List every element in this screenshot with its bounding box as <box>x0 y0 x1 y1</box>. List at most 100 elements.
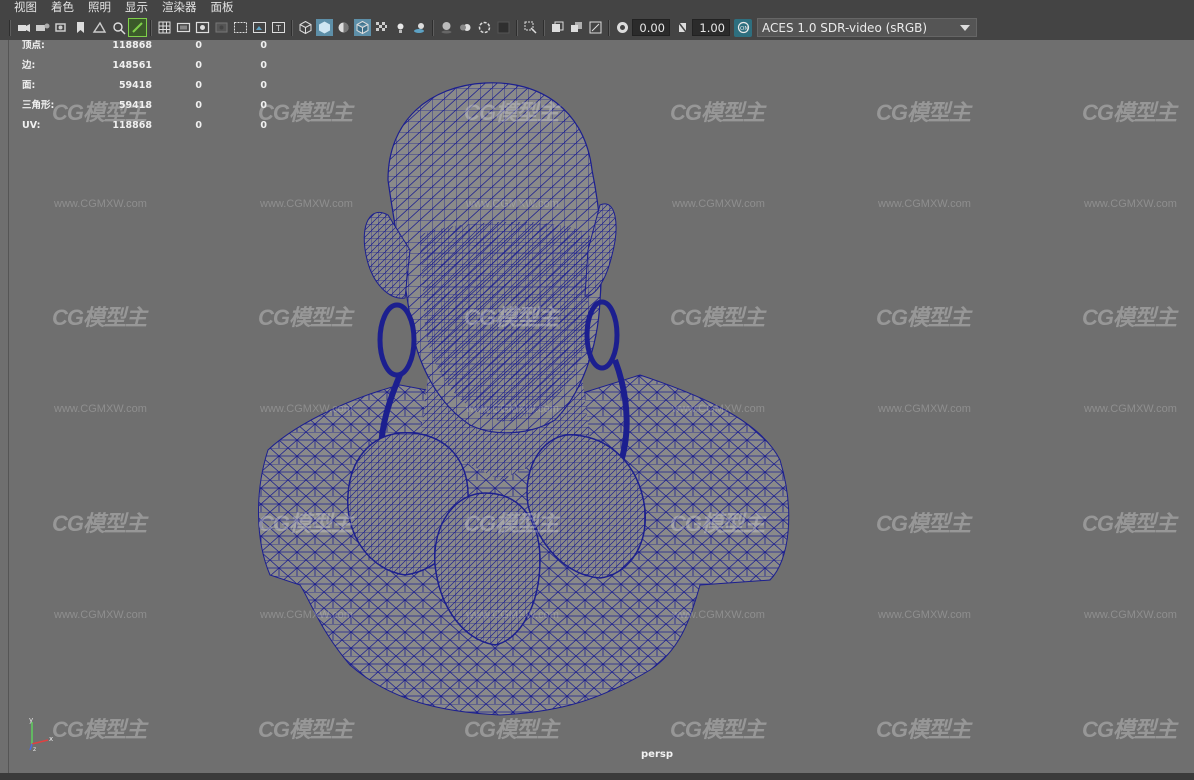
watermark-url: www.CGMXW.com <box>54 198 147 210</box>
watermark-logo: CG模型主 <box>670 100 765 125</box>
bottom-edge <box>0 773 1194 780</box>
axis-y-label: y <box>29 716 33 724</box>
watermark-logo: CG模型主 <box>464 717 559 742</box>
watermark-logo: CG模型主 <box>1082 305 1177 330</box>
panel-toolbar: T 0.00 1.00 ON ACES 1.0 SDR-video (sRGB) <box>0 15 1194 40</box>
watermark-logo: CG模型主 <box>876 305 971 330</box>
2d-pan-zoom-icon[interactable] <box>110 19 127 36</box>
left-earring <box>377 302 417 378</box>
watermark-logo: CG模型主 <box>1082 100 1177 125</box>
depth-of-field-icon[interactable] <box>495 19 512 36</box>
camera-attributes-icon[interactable] <box>34 19 51 36</box>
watermark-url: www.CGMXW.com <box>54 403 147 415</box>
grid-icon[interactable] <box>156 19 173 36</box>
menu-view[interactable]: 视图 <box>14 0 37 15</box>
watermark-url: www.CGMXW.com <box>466 403 559 415</box>
watermark-logo: CG模型主 <box>464 511 559 536</box>
watermark-logo: CG模型主 <box>464 305 559 330</box>
default-material-icon[interactable] <box>335 19 352 36</box>
watermark-logo: CG模型主 <box>52 305 147 330</box>
xray-icon[interactable] <box>549 19 566 36</box>
axis-z-label: z <box>33 746 36 752</box>
motion-blur-icon[interactable] <box>457 19 474 36</box>
watermark-url: www.CGMXW.com <box>878 609 971 621</box>
multisample-aa-icon[interactable] <box>476 19 493 36</box>
safe-action-icon[interactable] <box>251 19 268 36</box>
watermark-url: www.CGMXW.com <box>672 609 765 621</box>
menu-panels[interactable]: 面板 <box>211 0 234 15</box>
exposure-field[interactable]: 0.00 <box>632 19 670 36</box>
image-plane-icon[interactable] <box>91 19 108 36</box>
watermark-logo: CG模型主 <box>258 305 353 330</box>
watermark-url: www.CGMXW.com <box>466 198 559 210</box>
view-axis-gizmo: y x z <box>29 716 53 752</box>
viewport-persp[interactable]: CG模型主 www.CGMXW.com CG模型主 www.CGMXW.com CG模型… <box>0 40 1194 773</box>
gate-mask-icon[interactable] <box>213 19 230 36</box>
bookmark-camera-icon[interactable] <box>53 19 70 36</box>
watermark-logo: CG模型主 <box>670 305 765 330</box>
watermark-logo: CG模型主 <box>52 511 147 536</box>
smooth-shade-icon[interactable] <box>316 19 333 36</box>
watermark-url: www.CGMXW.com <box>1084 198 1177 210</box>
watermark-logo: CG模型主 <box>258 511 353 536</box>
watermark-logo: CG模型主 <box>670 511 765 536</box>
watermark-url: www.CGMXW.com <box>1084 609 1177 621</box>
color-management-toggle-icon[interactable]: ON <box>734 18 752 37</box>
use-all-lights-icon[interactable] <box>392 19 409 36</box>
grease-pencil-icon[interactable] <box>128 18 147 37</box>
watermark-logo: CG模型主 <box>258 717 353 742</box>
poly-count-hud: 顶点: 118868 0 0 边: 148561 0 0 面: 59418 0 … <box>20 40 290 140</box>
watermark-url: www.CGMXW.com <box>1084 403 1177 415</box>
watermark-logo: CG模型主 <box>876 717 971 742</box>
color-space-value: ACES 1.0 SDR-video (sRGB) <box>762 20 928 35</box>
field-chart-icon[interactable] <box>232 19 249 36</box>
exposure-icon[interactable] <box>614 19 631 36</box>
wireframe-on-shaded-icon[interactable] <box>354 19 371 36</box>
xray-joints-icon[interactable] <box>568 19 585 36</box>
toolbar-separator <box>432 19 434 36</box>
watermark-logo: CG模型主 <box>1082 717 1177 742</box>
hud-row-faces: 面: 59418 0 0 <box>22 80 267 91</box>
svg-text:T: T <box>275 24 281 33</box>
chevron-down-icon <box>960 24 970 31</box>
watermark-logo: CG模型主 <box>670 717 765 742</box>
toolbar-separator <box>150 19 152 36</box>
select-camera-icon[interactable] <box>15 19 32 36</box>
camera-name-label: persp <box>641 749 673 760</box>
menu-shading[interactable]: 着色 <box>51 0 74 15</box>
safe-title-icon[interactable]: T <box>270 19 287 36</box>
viewport-border <box>8 40 9 773</box>
bookmark-icon[interactable] <box>72 19 89 36</box>
menu-renderer[interactable]: 渲染器 <box>162 0 197 15</box>
xray-components-icon[interactable] <box>587 19 604 36</box>
wireframe-model[interactable] <box>0 40 1194 773</box>
toolbar-separator <box>9 19 11 36</box>
isolate-select-icon[interactable] <box>522 19 539 36</box>
menu-lighting[interactable]: 照明 <box>88 0 111 15</box>
resolution-gate-icon[interactable] <box>194 19 211 36</box>
watermark-url: www.CGMXW.com <box>466 609 559 621</box>
toolbar-separator <box>291 19 293 36</box>
watermark-logo: CG模型主 <box>52 717 147 742</box>
watermark-url: www.CGMXW.com <box>672 198 765 210</box>
watermark-url: www.CGMXW.com <box>878 403 971 415</box>
shadows-icon[interactable] <box>411 19 428 36</box>
textured-icon[interactable] <box>373 19 390 36</box>
toolbar-separator <box>543 19 545 36</box>
gamma-icon[interactable] <box>674 19 691 36</box>
gamma-field[interactable]: 1.00 <box>692 19 730 36</box>
watermark-url: www.CGMXW.com <box>260 403 353 415</box>
toolbar-separator <box>516 19 518 36</box>
hud-row-vertices: 顶点: 118868 0 0 <box>22 40 267 51</box>
menu-show[interactable]: 显示 <box>125 0 148 15</box>
film-gate-icon[interactable] <box>175 19 192 36</box>
watermark-url: www.CGMXW.com <box>672 403 765 415</box>
watermark-logo: CG模型主 <box>876 511 971 536</box>
hud-row-edges: 边: 148561 0 0 <box>22 60 267 71</box>
color-space-dropdown[interactable]: ACES 1.0 SDR-video (sRGB) <box>757 18 977 37</box>
watermark-logo: CG模型主 <box>876 100 971 125</box>
screen-space-ao-icon[interactable] <box>438 19 455 36</box>
axis-x-label: x <box>49 735 53 743</box>
wireframe-icon[interactable] <box>297 19 314 36</box>
watermark-url: www.CGMXW.com <box>260 198 353 210</box>
